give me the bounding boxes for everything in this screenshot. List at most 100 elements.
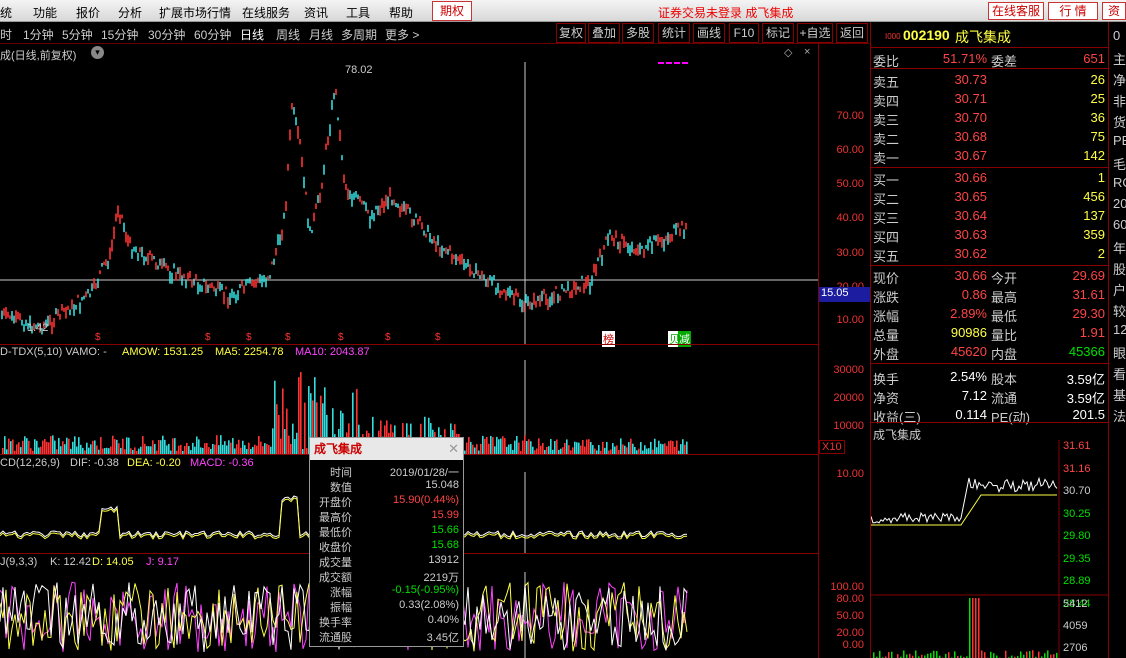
tooltip-value: 13912	[428, 554, 459, 566]
level-label: 买一	[873, 173, 900, 188]
tooltip-key: 最低价	[319, 527, 352, 539]
level-label: 卖三	[873, 113, 900, 128]
period-more[interactable]: 更多 >	[385, 26, 419, 43]
level-volume: 1	[1097, 170, 1105, 185]
period-5min[interactable]: 5分钟	[62, 26, 93, 43]
menu-help[interactable]: 帮助	[389, 4, 413, 21]
stat-label: 最低	[991, 309, 1018, 324]
stat-label: 股本	[991, 372, 1018, 387]
level-price: 30.71	[954, 91, 987, 106]
axis-label: 0.00	[842, 639, 864, 651]
sell-level[interactable]: 卖二 30.68 75	[871, 128, 1109, 147]
level-price: 30.73	[954, 72, 987, 87]
period-time[interactable]: 时	[0, 26, 12, 43]
period-daily[interactable]: 日线	[240, 26, 264, 43]
tool-overlay[interactable]: 叠加	[588, 23, 620, 43]
level-price: 30.65	[954, 189, 987, 204]
stat-value: 1.91	[1079, 325, 1105, 340]
online-support-button[interactable]: 在线客服	[988, 2, 1044, 20]
stat-label: 量比	[991, 328, 1018, 343]
stat-value: 90986	[950, 325, 987, 340]
side-label: 净	[1113, 73, 1126, 88]
period-weekly[interactable]: 周线	[276, 26, 300, 43]
tool-mark[interactable]: 标记	[762, 23, 794, 43]
period-15min[interactable]: 15分钟	[101, 26, 138, 43]
sell-level[interactable]: 卖五 30.73 26	[871, 71, 1109, 90]
close-icon[interactable]: ✕	[448, 441, 459, 457]
chevron-down-icon[interactable]: ▾	[91, 46, 104, 59]
tooltip-value: 15.90(0.44%)	[392, 494, 459, 506]
tool-back[interactable]: 返回	[836, 23, 868, 43]
stat-value: 45366	[1068, 344, 1105, 359]
close-icon[interactable]: ×	[804, 46, 810, 58]
tooltip-title: 成飞集成	[314, 442, 363, 456]
period-1min[interactable]: 1分钟	[23, 26, 54, 43]
tooltip-key: 振幅	[330, 602, 352, 614]
level-label: 买三	[873, 211, 900, 226]
tool-adjust[interactable]: 复权	[556, 23, 586, 43]
price-axis: 70.00 60.00 50.00 40.00 30.00 20.00 10.0…	[818, 44, 871, 344]
sell-level[interactable]: 卖一 30.67 142	[871, 147, 1109, 166]
menu-tools[interactable]: 工具	[346, 4, 370, 21]
tool-draw[interactable]: 画线	[693, 23, 725, 43]
volume-axis: 30000 20000 10000 X10	[818, 344, 870, 454]
period-multi[interactable]: 多周期	[341, 26, 377, 43]
side-label: 年	[1113, 241, 1126, 256]
level-label: 卖五	[873, 75, 900, 90]
buy-level[interactable]: 买五 30.62 2	[871, 245, 1109, 264]
level-price: 30.70	[954, 110, 987, 125]
tool-multi-stock[interactable]: 多股	[622, 23, 654, 43]
level-label: 卖一	[873, 151, 900, 166]
axis-label: 70.00	[836, 110, 864, 122]
info-button[interactable]: 资	[1102, 2, 1126, 20]
price-chart[interactable]: $ $ $ $ $ $ $	[0, 62, 818, 344]
menu-system[interactable]: 统	[0, 4, 12, 21]
period-monthly[interactable]: 月线	[309, 26, 333, 43]
current-price-marker: 15.05	[819, 287, 871, 302]
stat-value: 31.61	[1072, 287, 1105, 302]
side-label: 20	[1113, 196, 1126, 211]
tooltip-row: 时间 2019/01/28/一	[310, 464, 463, 479]
weibi-row: 委比 51.71% 委差 651	[871, 50, 1109, 69]
low-price-label: 1.42	[27, 322, 49, 334]
stock-code: 002190	[903, 27, 950, 43]
tool-add-watchlist[interactable]: +自选	[797, 23, 833, 43]
buy-level[interactable]: 买三 30.64 137	[871, 207, 1109, 226]
axis-label: 80.00	[836, 593, 864, 605]
sell-level[interactable]: 卖三 30.70 36	[871, 109, 1109, 128]
level-label: 买五	[873, 249, 900, 264]
menu-options[interactable]: 期权	[432, 1, 472, 21]
tool-statistics[interactable]: 统计	[658, 23, 690, 43]
side-label: 货	[1113, 115, 1126, 130]
level-volume: 75	[1090, 129, 1105, 144]
period-30min[interactable]: 30分钟	[148, 26, 185, 43]
buy-level[interactable]: 买四 30.63 359	[871, 226, 1109, 245]
menu-news[interactable]: 资讯	[304, 4, 328, 21]
tooltip-key: 换手率	[319, 617, 352, 629]
axis-label: 50.00	[836, 610, 864, 622]
tooltip-row: 数值 15.048	[310, 479, 463, 494]
menu-function[interactable]: 功能	[33, 4, 57, 21]
axis-label: 30.00	[836, 247, 864, 259]
buy-level[interactable]: 买一 30.66 1	[871, 169, 1109, 188]
menu-online-service[interactable]: 在线服务	[242, 4, 290, 21]
level-volume: 25	[1090, 91, 1105, 106]
period-60min[interactable]: 60分钟	[194, 26, 231, 43]
menu-extended-market[interactable]: 扩展市场行情	[159, 4, 231, 21]
menu-analysis[interactable]: 分析	[118, 4, 142, 21]
menu-quote[interactable]: 报价	[76, 4, 100, 21]
level-label: 卖二	[873, 132, 900, 147]
tool-f10[interactable]: F10	[729, 23, 759, 43]
sell-level[interactable]: 卖四 30.71 25	[871, 90, 1109, 109]
stat-label: PE(动)	[991, 410, 1031, 425]
buy-level[interactable]: 买二 30.65 456	[871, 188, 1109, 207]
axis-label: 10000	[833, 420, 864, 432]
axis-label: 10.00	[836, 468, 864, 480]
market-button[interactable]: 行 情	[1048, 2, 1098, 20]
diamond-icon[interactable]: ◇	[784, 46, 792, 59]
bar-info-tooltip[interactable]: 成飞集成 ✕ 时间 2019/01/28/一 数值 15.048 开盘价 15.90(0.…	[309, 437, 464, 647]
tooltip-key: 涨幅	[330, 587, 352, 599]
level-label: 买四	[873, 230, 900, 245]
main-pane-title: 成(日线,前复权)	[0, 50, 77, 62]
vol-ma5: MA5: 2254.78	[215, 346, 284, 358]
